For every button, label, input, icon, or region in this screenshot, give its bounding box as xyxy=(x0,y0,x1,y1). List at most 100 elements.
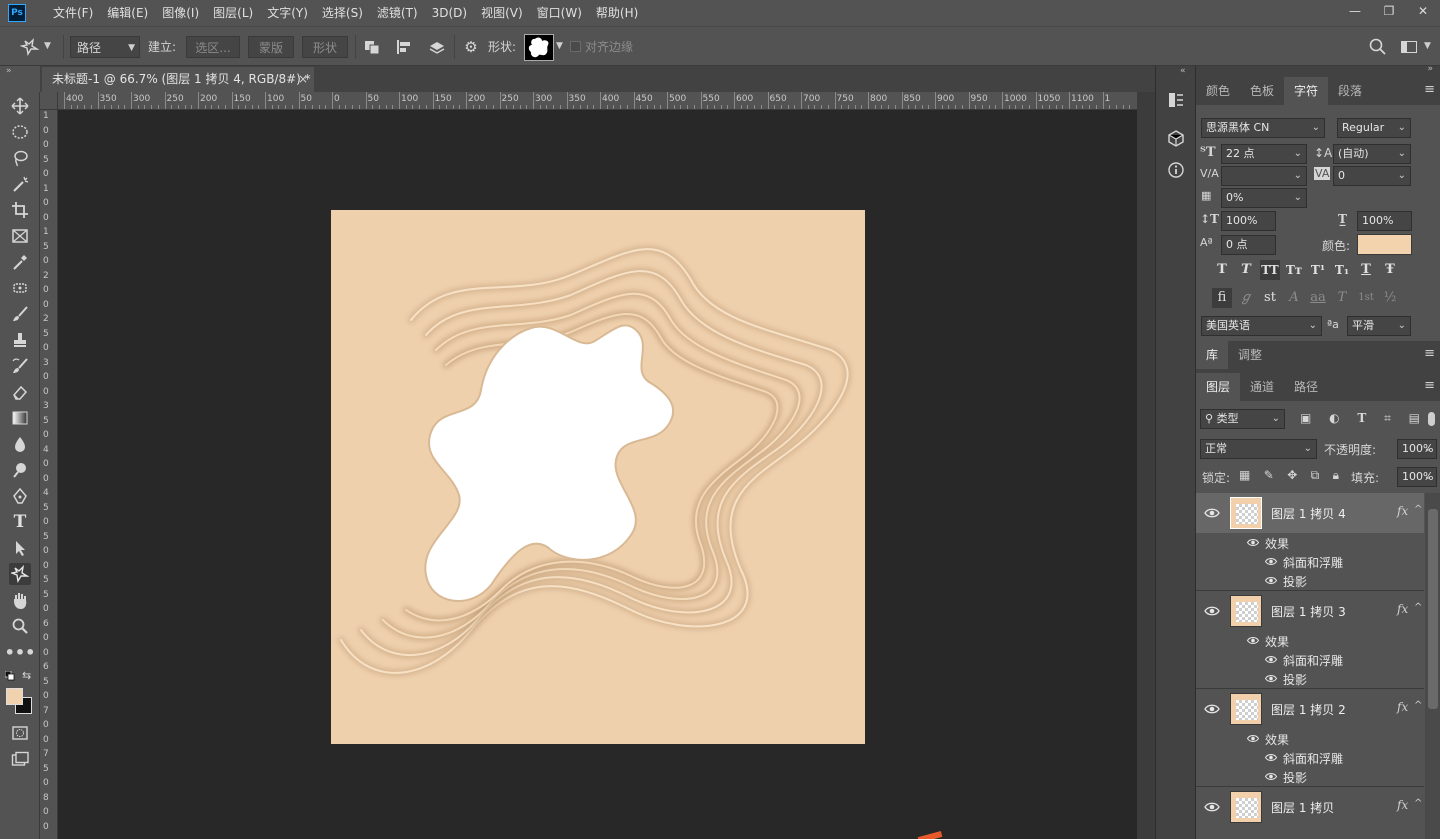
layer-name[interactable]: 图层 1 拷贝 xyxy=(1271,799,1334,816)
layers-scrollbar[interactable] xyxy=(1425,493,1440,839)
text-color-swatch[interactable] xyxy=(1357,234,1412,255)
search-icon[interactable] xyxy=(1368,37,1388,57)
chevron-up-icon[interactable]: ^ xyxy=(1414,798,1422,809)
selection-button[interactable]: 选区... xyxy=(186,36,240,58)
spot-healing-icon[interactable] xyxy=(9,277,31,299)
subscript-button[interactable]: T₁ xyxy=(1332,260,1352,280)
type-tool-icon[interactable]: T xyxy=(9,511,31,533)
lock-paint-icon[interactable]: ✎ xyxy=(1264,468,1274,484)
ruler-origin[interactable] xyxy=(40,92,58,110)
tool-preset-chevron-icon[interactable]: ▼ xyxy=(44,41,51,51)
restore-button[interactable]: ❐ xyxy=(1372,0,1406,22)
eyedropper-icon[interactable] xyxy=(9,251,31,273)
layer-name[interactable]: 图层 1 拷贝 4 xyxy=(1271,505,1346,522)
visibility-eye-icon[interactable] xyxy=(1264,575,1278,586)
eraser-icon[interactable] xyxy=(9,381,31,403)
effect-bevel-row[interactable]: 斜面和浮雕 xyxy=(1196,650,1424,669)
align-edges-checkbox[interactable] xyxy=(570,41,581,52)
default-colors-icon[interactable] xyxy=(4,670,15,681)
lock-transparent-icon[interactable]: ▦ xyxy=(1239,468,1250,484)
faux-bold-button[interactable]: T xyxy=(1212,260,1232,280)
layer-name[interactable]: 图层 1 拷贝 3 xyxy=(1271,603,1346,620)
antialias-select[interactable]: 平滑 ⌄ xyxy=(1347,316,1411,336)
tab-layers[interactable]: 图层 xyxy=(1196,373,1241,401)
tab-swatches[interactable]: 色板 xyxy=(1240,77,1284,105)
lock-artboard-icon[interactable]: ⧉ xyxy=(1311,468,1320,484)
small-caps-button[interactable]: Tт xyxy=(1284,260,1304,280)
layer-filter-select[interactable]: ⚲ 类型 ⌄ xyxy=(1200,409,1285,429)
mask-button[interactable]: 蒙版 xyxy=(248,36,294,58)
dodge-icon[interactable] xyxy=(9,459,31,481)
shape-picker[interactable] xyxy=(524,34,554,61)
more-tools-icon[interactable]: ••• xyxy=(5,641,36,663)
type-filter-icon[interactable]: T xyxy=(1357,411,1366,427)
visibility-eye-icon[interactable] xyxy=(1204,702,1220,716)
stylistic-alternates-button[interactable]: st xyxy=(1260,288,1280,308)
collapse-arrows-icon[interactable]: » xyxy=(6,66,12,76)
opacity-field[interactable]: 100% ⌄ xyxy=(1397,439,1437,459)
leading-field[interactable]: (自动) ⌄ xyxy=(1333,144,1411,164)
chevron-up-icon[interactable]: ^ xyxy=(1414,700,1422,711)
canvas-area[interactable] xyxy=(58,110,1137,839)
magic-wand-icon[interactable] xyxy=(9,173,31,195)
fx-icon[interactable]: fx xyxy=(1397,700,1408,714)
horizontal-scale-field[interactable]: 100% xyxy=(1357,211,1412,231)
language-select[interactable]: 美国英语 ⌄ xyxy=(1201,316,1322,336)
layer-row[interactable]: 图层 1 拷贝 2 fx ^ xyxy=(1196,689,1424,729)
panel-menu-icon[interactable]: ≡ xyxy=(1424,346,1435,361)
vertical-scale-field[interactable]: 100% xyxy=(1221,211,1276,231)
blur-tool-icon[interactable] xyxy=(9,433,31,455)
expand-dock-icon[interactable]: « xyxy=(1180,66,1186,76)
tab-character[interactable]: 字符 xyxy=(1284,77,1329,105)
tab-adjustments[interactable]: 调整 xyxy=(1228,341,1272,369)
elliptical-marquee-icon[interactable] xyxy=(9,121,31,143)
swash-button[interactable]: A xyxy=(1284,288,1304,308)
effect-shadow-row[interactable]: 投影 xyxy=(1196,571,1424,590)
visibility-eye-icon[interactable] xyxy=(1264,752,1278,763)
visibility-eye-icon[interactable] xyxy=(1264,556,1278,567)
fx-icon[interactable]: fx xyxy=(1397,798,1408,812)
gear-icon[interactable]: ⚙ xyxy=(461,38,481,56)
tsume-field[interactable]: 0% ⌄ xyxy=(1221,188,1307,208)
menu-image[interactable]: 图像(I) xyxy=(155,0,206,26)
panel-menu-icon[interactable]: ≡ xyxy=(1424,82,1435,97)
shape-filter-icon[interactable]: ⌗ xyxy=(1384,411,1391,427)
menu-filter[interactable]: 滤镜(T) xyxy=(370,0,425,26)
vertical-ruler[interactable]: 1 0 0 5 0 1 0 0 1 5 0 2 0 0 2 5 0 3 0 0 3 5 0 4 0 0 4 5 0 5 0 0 5 5 0 6 0 0 6 5… xyxy=(40,110,58,839)
visibility-eye-icon[interactable] xyxy=(1264,654,1278,665)
visibility-eye-icon[interactable] xyxy=(1204,506,1220,520)
shape-chevron-icon[interactable]: ▼ xyxy=(556,41,563,51)
oldstyle-button[interactable]: aa xyxy=(1308,288,1328,308)
strikethrough-button[interactable]: Ŧ xyxy=(1380,260,1400,280)
close-tab-icon[interactable]: × xyxy=(298,67,308,92)
mode-select[interactable]: 路径 ▼ xyxy=(70,36,140,58)
adjustment-filter-icon[interactable]: ◐ xyxy=(1329,411,1339,427)
superscript-button[interactable]: T¹ xyxy=(1308,260,1328,280)
menu-view[interactable]: 视图(V) xyxy=(474,0,530,26)
lasso-icon[interactable] xyxy=(9,147,31,169)
collapse-panels-icon[interactable]: » xyxy=(1427,64,1433,74)
visibility-eye-icon[interactable] xyxy=(1246,537,1260,548)
lock-position-icon[interactable]: ✥ xyxy=(1287,468,1297,484)
tab-libraries[interactable]: 库 xyxy=(1196,341,1229,369)
tracking-field[interactable]: 0 ⌄ xyxy=(1333,166,1411,186)
visibility-eye-icon[interactable] xyxy=(1246,635,1260,646)
info-panel-icon[interactable] xyxy=(1166,160,1186,180)
visibility-eye-icon[interactable] xyxy=(1264,673,1278,684)
gradient-icon[interactable] xyxy=(9,407,31,429)
smart-object-filter-icon[interactable]: ▤ xyxy=(1409,411,1420,427)
layer-row[interactable]: 图层 1 拷贝 4 fx ^ xyxy=(1196,493,1424,533)
effect-shadow-row[interactable]: 投影 xyxy=(1196,669,1424,688)
path-alignment-icon[interactable] xyxy=(394,38,414,56)
move-tool-icon[interactable] xyxy=(9,95,31,117)
panel-menu-icon[interactable]: ≡ xyxy=(1424,378,1435,393)
visibility-eye-icon[interactable] xyxy=(1264,771,1278,782)
tab-paragraph[interactable]: 段落 xyxy=(1328,77,1372,105)
blend-mode-select[interactable]: 正常 ⌄ xyxy=(1200,439,1317,459)
crop-icon[interactable] xyxy=(9,199,31,221)
menu-3d[interactable]: 3D(D) xyxy=(425,0,474,26)
all-caps-button[interactable]: TT xyxy=(1260,260,1280,280)
foreground-color-swatch[interactable] xyxy=(6,688,23,705)
menu-type[interactable]: 文字(Y) xyxy=(260,0,315,26)
lock-all-icon[interactable]: 🔒︎ xyxy=(1333,468,1339,484)
